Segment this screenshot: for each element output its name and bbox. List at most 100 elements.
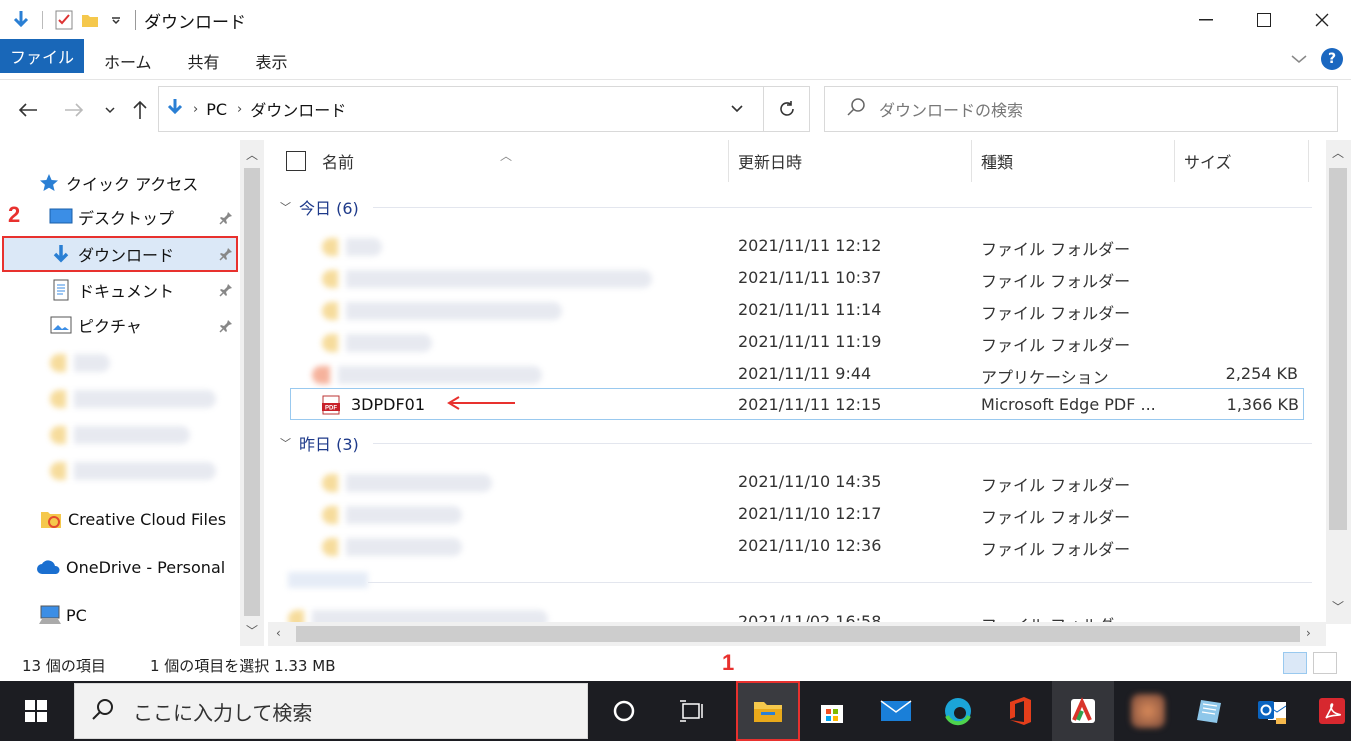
breadcrumb-downloads[interactable]: ダウンロード (250, 97, 346, 121)
edge-icon[interactable] (928, 681, 988, 741)
cortana-icon[interactable] (594, 681, 654, 741)
sidebar-item-downloads[interactable]: ダウンロード (48, 237, 174, 271)
tab-share[interactable]: 共有 (170, 43, 238, 79)
column-divider[interactable] (1308, 140, 1309, 182)
recent-locations-button[interactable] (98, 98, 122, 122)
selection-info: 1 個の項目を選択 1.33 MB (150, 657, 336, 675)
notepad-icon[interactable] (1180, 681, 1240, 741)
mail-icon[interactable] (866, 681, 926, 741)
sidebar-scroll-thumb[interactable] (244, 168, 260, 616)
column-name[interactable]: 名前 (322, 140, 354, 182)
blurred-app-icon[interactable] (1118, 681, 1178, 741)
task-view-icon[interactable] (662, 681, 722, 741)
group-header-today[interactable]: ﹀ 今日 (6) (280, 192, 1312, 222)
forward-button[interactable] (62, 98, 86, 122)
breadcrumb-pc[interactable]: PC (206, 100, 227, 119)
column-divider[interactable] (1174, 140, 1175, 182)
sidebar-item-quick-access[interactable]: クイック アクセス (36, 166, 198, 200)
blurred-group-header (288, 572, 368, 588)
properties-icon[interactable] (51, 7, 77, 33)
table-row-selected[interactable]: PDF 3DPDF01 2021/11/11 12:15 Microsoft E… (290, 388, 1304, 420)
row-name: 3DPDF01 (351, 395, 426, 414)
blurred-file-name (322, 302, 562, 320)
refresh-button[interactable] (763, 87, 809, 131)
row-date: 2021/11/10 14:35 (738, 472, 882, 491)
sidebar-item-creative-cloud[interactable]: Creative Cloud Files (38, 502, 226, 536)
chevron-right-icon[interactable]: › (237, 102, 242, 117)
row-type: ファイル フォルダー (981, 240, 1131, 259)
pin-icon[interactable] (218, 282, 234, 298)
chevron-right-icon[interactable]: › (193, 102, 198, 117)
blurred-folder[interactable] (50, 462, 216, 480)
sidebar-item-label: OneDrive - Personal (66, 557, 226, 577)
table-row[interactable]: 2021/11/10 12:17 ファイル フォルダー (268, 498, 1312, 530)
pin-icon[interactable] (218, 210, 234, 226)
maximize-button[interactable] (1235, 0, 1293, 40)
address-bar[interactable]: › PC › ダウンロード (158, 86, 810, 132)
row-date: 2021/11/11 11:19 (738, 332, 882, 351)
scroll-down-arrow-icon[interactable]: ﹀ (246, 622, 258, 639)
scroll-right-arrow-icon[interactable]: › (1306, 626, 1311, 640)
horizontal-scroll-thumb[interactable] (296, 626, 1300, 642)
pin-icon[interactable] (218, 318, 234, 334)
office-icon[interactable] (990, 681, 1050, 741)
select-all-checkbox[interactable] (286, 140, 306, 182)
blurred-folder[interactable] (50, 390, 216, 408)
taskbar-search[interactable]: ここに入力して検索 (74, 683, 588, 739)
app-pinned-icon[interactable] (1052, 681, 1114, 741)
address-dropdown-button[interactable] (717, 87, 757, 131)
scroll-down-arrow-icon[interactable]: ﹀ (1332, 598, 1344, 615)
back-button[interactable] (16, 98, 40, 122)
column-type[interactable]: 種類 (981, 140, 1013, 182)
store-icon[interactable] (802, 681, 862, 741)
column-size[interactable]: サイズ (1184, 140, 1232, 182)
column-date[interactable]: 更新日時 (738, 140, 802, 182)
table-row[interactable]: 2021/11/11 9:44 アプリケーション 2,254 KB (268, 358, 1312, 390)
column-divider[interactable] (728, 140, 729, 182)
scroll-left-arrow-icon[interactable]: ‹ (276, 626, 281, 640)
row-date: 2021/11/11 10:37 (738, 268, 882, 287)
help-icon[interactable]: ? (1321, 48, 1343, 70)
scroll-up-arrow-icon[interactable]: ︿ (1332, 144, 1344, 161)
expand-ribbon-icon[interactable] (1291, 50, 1307, 68)
table-row[interactable]: 2021/11/10 12:36 ファイル フォルダー (268, 530, 1312, 562)
column-divider[interactable] (971, 140, 972, 182)
close-button[interactable] (1293, 0, 1351, 40)
file-explorer-taskbar-button[interactable] (736, 681, 800, 741)
acrobat-icon[interactable] (1302, 681, 1351, 741)
row-type: ファイル フォルダー (981, 508, 1131, 527)
minimize-button[interactable] (1177, 0, 1235, 40)
vertical-scroll-thumb[interactable] (1329, 168, 1347, 530)
download-arrow-icon[interactable] (8, 7, 34, 33)
group-label: 今日 (6) (299, 199, 359, 218)
table-row[interactable]: 2021/11/11 11:14 ファイル フォルダー (268, 294, 1312, 326)
group-header-yesterday[interactable]: ﹀ 昨日 (3) (280, 428, 1312, 458)
pin-icon[interactable] (218, 246, 234, 262)
sidebar-item-desktop[interactable]: デスクトップ (48, 200, 174, 234)
tab-view[interactable]: 表示 (238, 43, 306, 79)
row-type: ファイル フォルダー (981, 540, 1131, 559)
search-placeholder: ダウンロードの検索 (879, 101, 1024, 120)
tab-home[interactable]: ホーム (84, 43, 170, 79)
table-row[interactable]: 2021/11/10 14:35 ファイル フォルダー (268, 466, 1312, 498)
up-button[interactable] (128, 98, 152, 122)
outlook-icon[interactable] (1242, 681, 1302, 741)
start-button[interactable] (0, 681, 72, 741)
large-icons-view-icon[interactable] (1313, 652, 1337, 674)
new-folder-icon[interactable] (77, 7, 103, 33)
table-row[interactable]: 2021/11/11 12:12 ファイル フォルダー (268, 230, 1312, 262)
blurred-folder[interactable] (50, 426, 190, 444)
customize-toolbar-icon[interactable] (103, 7, 129, 33)
table-row[interactable]: 2021/11/11 11:19 ファイル フォルダー (268, 326, 1312, 358)
scroll-up-arrow-icon[interactable]: ︿ (246, 146, 258, 163)
row-size: 1,366 KB (1226, 395, 1299, 414)
sidebar-item-pc[interactable]: PC (36, 598, 87, 632)
tab-file[interactable]: ファイル (0, 39, 84, 73)
table-row[interactable]: 2021/11/11 10:37 ファイル フォルダー (268, 262, 1312, 294)
details-view-icon[interactable] (1283, 652, 1307, 674)
blurred-folder[interactable] (50, 354, 110, 372)
search-box[interactable]: ダウンロードの検索 (824, 86, 1338, 132)
sidebar-item-pictures[interactable]: ピクチャ (48, 308, 142, 342)
sidebar-item-onedrive[interactable]: OneDrive - Personal (36, 550, 225, 584)
sidebar-item-documents[interactable]: ドキュメント (48, 273, 174, 307)
